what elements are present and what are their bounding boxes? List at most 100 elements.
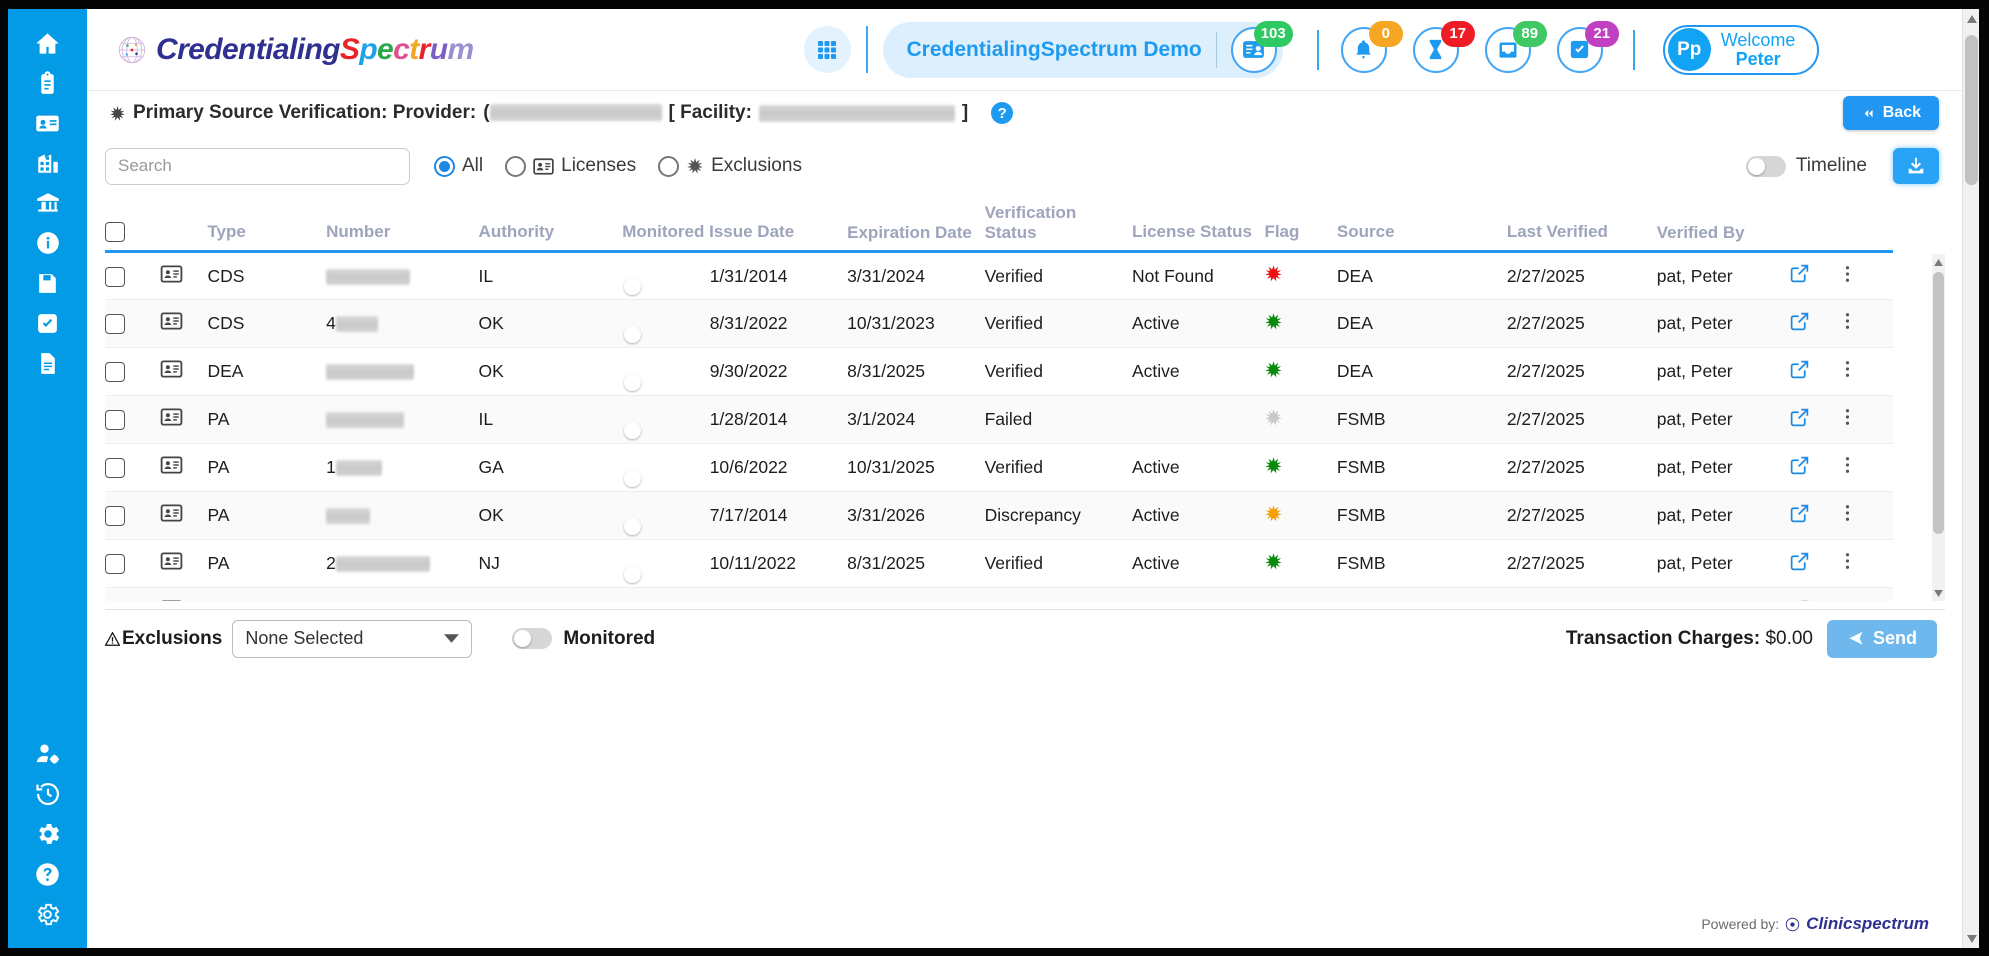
row-checkbox[interactable] <box>105 554 125 574</box>
page-scrollbar[interactable] <box>1962 9 1979 948</box>
th-flag[interactable]: Flag <box>1264 197 1336 252</box>
cell-license-status: Active <box>1132 444 1264 492</box>
kebab-menu-icon <box>1845 551 1850 571</box>
th-number[interactable]: Number <box>326 197 478 252</box>
select-all-checkbox[interactable] <box>105 222 125 242</box>
sidebar-item-info[interactable] <box>22 223 74 263</box>
th-type[interactable]: Type <box>207 197 326 252</box>
cell-open-link[interactable] <box>1789 588 1845 601</box>
send-button[interactable]: Send <box>1827 620 1937 658</box>
sidebar-item-clipboard[interactable] <box>22 63 74 103</box>
table-row[interactable]: CDSIL1/31/20143/31/2024VerifiedNot Found… <box>105 252 1893 300</box>
th-source[interactable]: Source <box>1337 197 1507 252</box>
cell-row-menu[interactable] <box>1845 492 1893 540</box>
th-verified-by[interactable]: Verified By <box>1657 197 1789 252</box>
sidebar-item-provider[interactable] <box>22 103 74 143</box>
tasks-button[interactable]: 21 <box>1557 27 1603 73</box>
sidebar-item-home[interactable] <box>22 23 74 63</box>
sidebar-item-admin[interactable] <box>22 894 74 934</box>
brand-logo[interactable]: CredentialingSpectrum <box>117 33 474 67</box>
exclusions-label: Exclusions <box>122 628 222 650</box>
table-row[interactable]: CDS4OK8/31/202210/31/2023VerifiedActiveD… <box>105 300 1893 348</box>
th-last-verified[interactable]: Last Verified <box>1507 197 1657 252</box>
table-row[interactable]: PA1GA10/6/202210/31/2025VerifiedActiveFS… <box>105 444 1893 492</box>
exclusions-select[interactable]: None Selected <box>232 620 472 658</box>
monitored-toggle[interactable] <box>512 628 552 649</box>
history-clock-icon <box>34 780 62 808</box>
radio-all-button[interactable] <box>434 156 455 177</box>
sidebar-item-reports[interactable] <box>22 343 74 383</box>
radio-exclusions[interactable]: Exclusions <box>658 155 802 177</box>
th-authority[interactable]: Authority <box>479 197 623 252</box>
help-icon[interactable]: ? <box>991 102 1013 124</box>
license-card-icon <box>160 504 183 522</box>
alerts-button[interactable]: 0 <box>1341 27 1387 73</box>
row-checkbox[interactable] <box>105 410 125 430</box>
page-scroll-down[interactable] <box>1963 929 1979 948</box>
pending-button[interactable]: 17 <box>1413 27 1459 73</box>
external-link-icon <box>1789 407 1810 428</box>
sidebar-item-institution[interactable] <box>22 183 74 223</box>
cell-number <box>326 252 478 300</box>
th-expiration-date[interactable]: Expiration Date <box>847 197 984 252</box>
scroll-up-arrow[interactable] <box>1932 254 1945 270</box>
cell-row-menu[interactable] <box>1845 252 1893 300</box>
table-scroll-region[interactable]: Type Number Authority Monitored Issue Da… <box>105 197 1945 601</box>
user-menu[interactable]: Pp Welcome Peter <box>1663 25 1820 75</box>
table-row[interactable]: PAOK7/17/20143/31/2026DiscrepancyActiveF… <box>105 492 1893 540</box>
table-row[interactable]: PAIL1/28/20143/1/2024FailedFSMB2/27/2025… <box>105 396 1893 444</box>
cell-open-link[interactable] <box>1789 348 1845 396</box>
th-license-status[interactable]: License Status <box>1132 197 1264 252</box>
row-checkbox[interactable] <box>105 458 125 478</box>
radio-licenses[interactable]: Licenses <box>505 155 636 177</box>
row-checkbox[interactable] <box>105 314 125 334</box>
cell-open-link[interactable] <box>1789 300 1845 348</box>
sidebar-item-history[interactable] <box>22 774 74 814</box>
row-checkbox[interactable] <box>105 362 125 382</box>
timeline-toggle[interactable] <box>1746 156 1786 177</box>
flag-star-icon <box>1264 504 1283 523</box>
row-checkbox[interactable] <box>105 506 125 526</box>
sidebar-item-facility[interactable] <box>22 143 74 183</box>
globe-logo-icon <box>117 35 147 65</box>
cell-row-menu[interactable] <box>1845 348 1893 396</box>
search-input[interactable] <box>105 148 410 185</box>
table-row[interactable]: PA2NJ10/11/20228/31/2025VerifiedActiveFS… <box>105 540 1893 588</box>
table-row[interactable]: PAFL12/31/2099VerifiedNot Found2/27/2025… <box>105 588 1893 601</box>
apps-grid-button[interactable] <box>804 26 851 73</box>
sidebar-item-settings[interactable] <box>22 814 74 854</box>
cell-open-link[interactable] <box>1789 252 1845 300</box>
radio-licenses-button[interactable] <box>505 156 526 177</box>
cell-row-menu[interactable] <box>1845 444 1893 492</box>
th-monitored-issue-date[interactable]: Monitored Issue Date <box>622 197 847 252</box>
cell-row-menu[interactable] <box>1845 396 1893 444</box>
download-button[interactable] <box>1893 148 1939 184</box>
cell-open-link[interactable] <box>1789 540 1845 588</box>
sidebar-item-tasks[interactable] <box>22 303 74 343</box>
sidebar-item-user-settings[interactable] <box>22 734 74 774</box>
tenant-selector[interactable]: CredentialingSpectrum Demo 103 <box>883 22 1283 78</box>
cell-row-menu[interactable] <box>1845 540 1893 588</box>
scroll-down-arrow[interactable] <box>1932 585 1945 601</box>
sidebar-item-save[interactable] <box>22 263 74 303</box>
radio-exclusions-button[interactable] <box>658 156 679 177</box>
back-button[interactable]: Back <box>1843 96 1939 130</box>
sidebar-item-help[interactable] <box>22 854 74 894</box>
provider-count-button[interactable]: 103 <box>1231 27 1277 73</box>
cell-open-link[interactable] <box>1789 492 1845 540</box>
radio-all[interactable]: All <box>434 155 483 177</box>
table-scroll-thumb[interactable] <box>1933 272 1944 534</box>
page-scroll-up[interactable] <box>1963 9 1979 28</box>
cell-open-link[interactable] <box>1789 396 1845 444</box>
cell-row-menu[interactable] <box>1845 588 1893 601</box>
cell-verified-by: pat, Peter <box>1657 540 1789 588</box>
license-card-icon <box>160 265 183 283</box>
cell-row-menu[interactable] <box>1845 300 1893 348</box>
table-scrollbar[interactable] <box>1932 254 1945 601</box>
row-checkbox[interactable] <box>105 267 125 287</box>
th-verification-status[interactable]: Verification Status <box>985 197 1132 252</box>
table-row[interactable]: DEAOK9/30/20228/31/2025VerifiedActiveDEA… <box>105 348 1893 396</box>
cell-open-link[interactable] <box>1789 444 1845 492</box>
page-scroll-thumb[interactable] <box>1965 35 1978 185</box>
inbox-button[interactable]: 89 <box>1485 27 1531 73</box>
